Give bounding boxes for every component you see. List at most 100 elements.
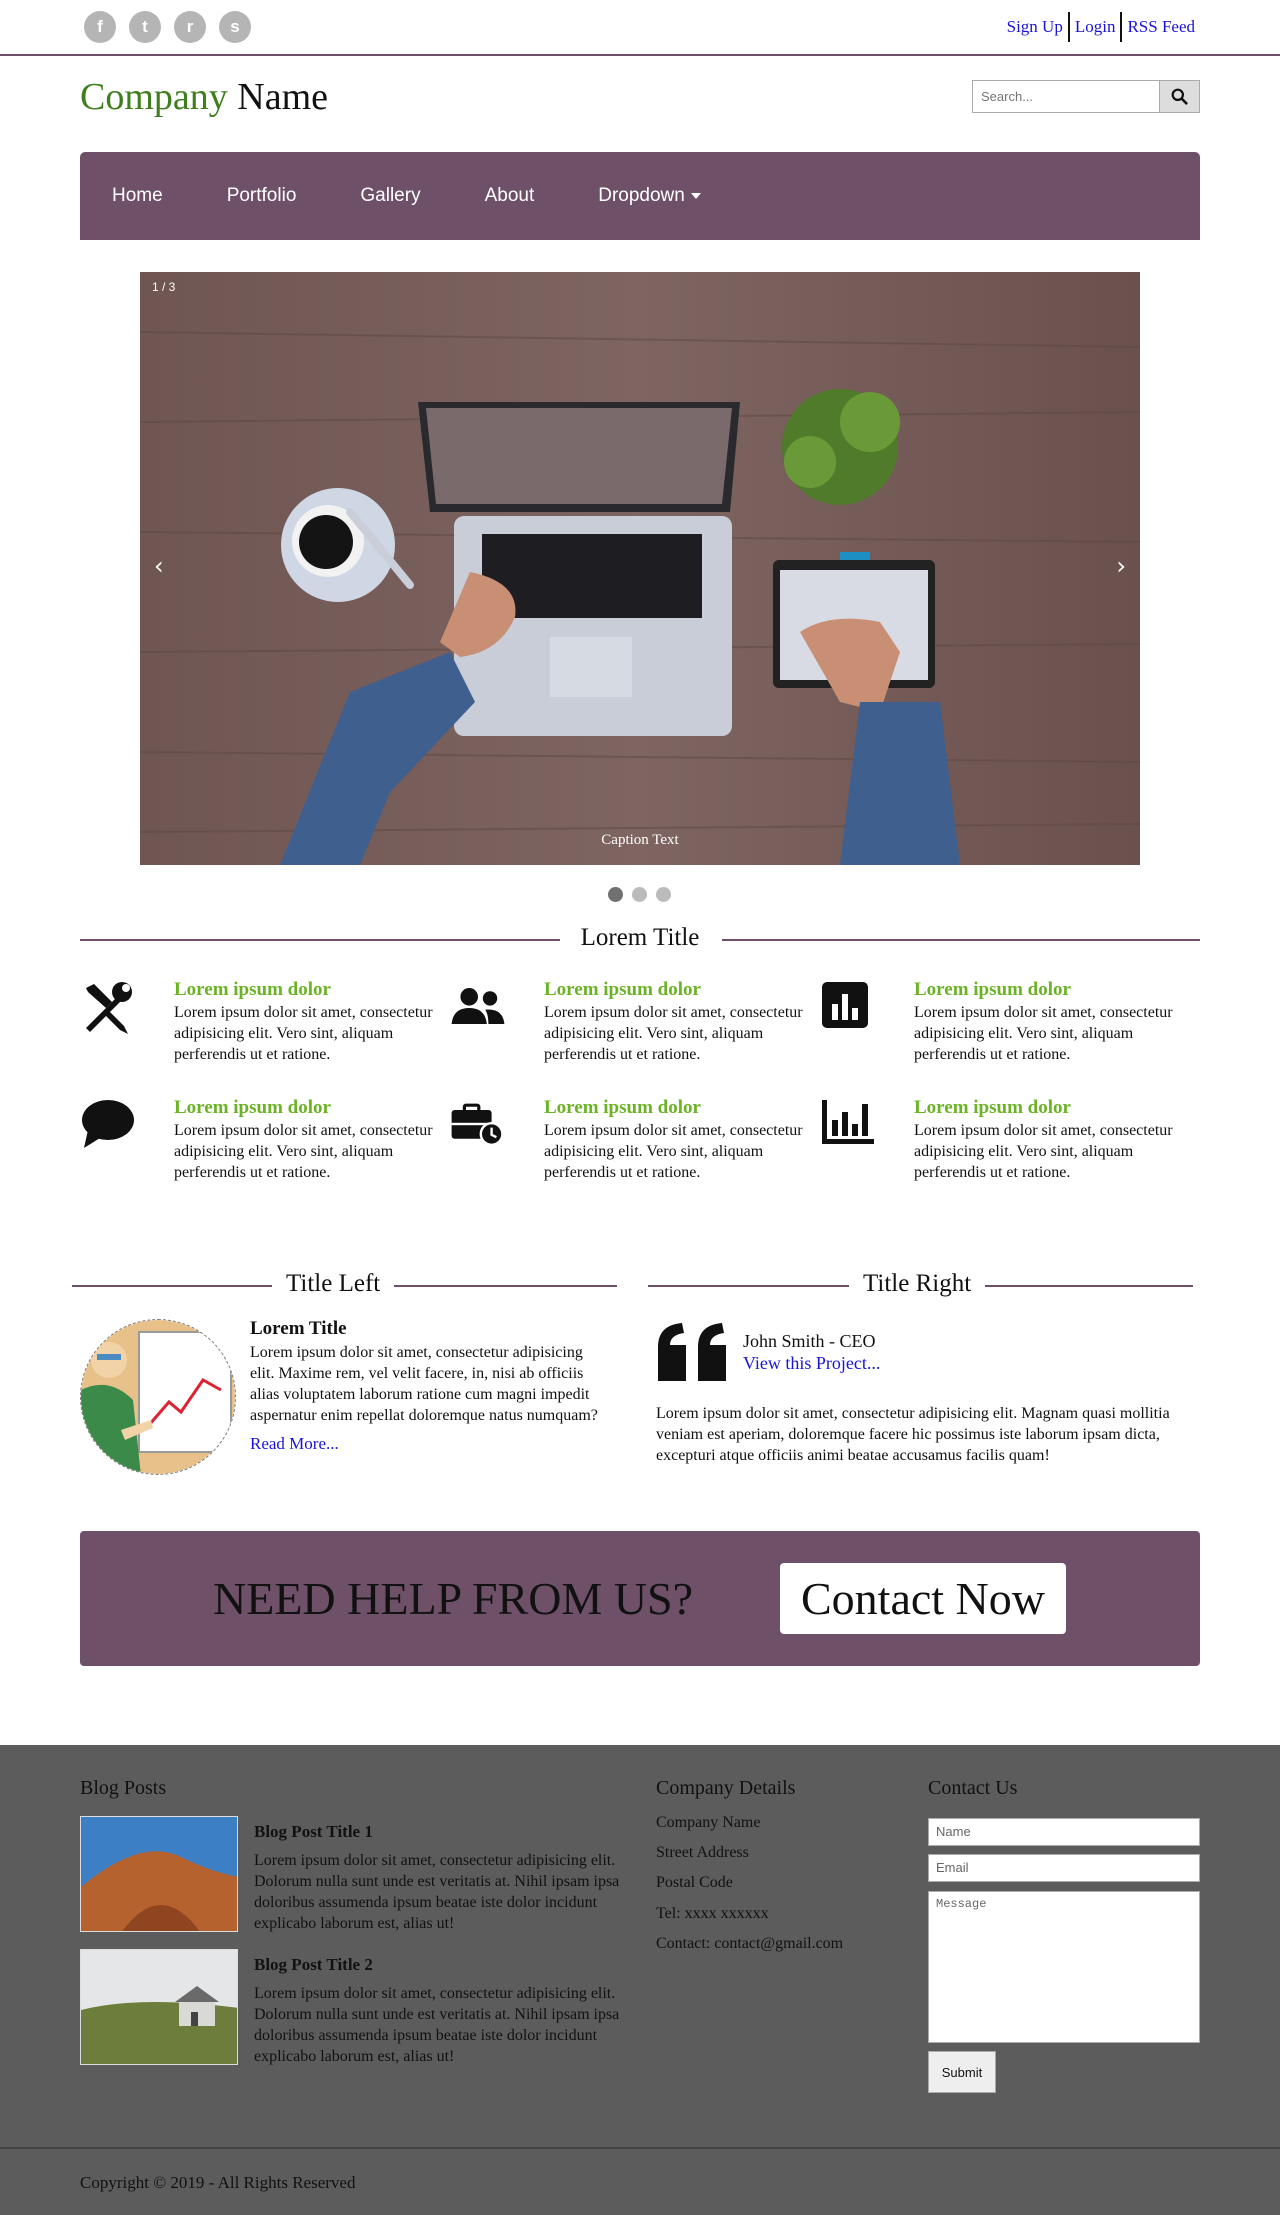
section-title: Title Right <box>849 1270 986 1298</box>
comment-icon <box>82 1100 134 1148</box>
testimonial-text: Lorem ipsum dolor sit amet, consectetur … <box>656 1405 1170 1464</box>
submit-button[interactable]: Submit <box>928 2051 996 2093</box>
search-button[interactable] <box>1160 80 1200 113</box>
nav-gallery[interactable]: Gallery <box>360 185 420 207</box>
social-links: f t r s <box>84 11 251 43</box>
search-form <box>972 80 1200 113</box>
feature-item: Lorem ipsum dolor Lorem ipsum dolor sit … <box>820 978 1173 1088</box>
next-slide-button[interactable]: › <box>1116 552 1126 580</box>
copyright: Copyright © 2019 - All Rights Reserved <box>80 2173 356 2192</box>
testimonial-author: John Smith - CEO <box>743 1331 876 1351</box>
article-text: Lorem ipsum dolor sit amet, consectetur … <box>250 1344 598 1424</box>
footer-heading: Contact Us <box>928 1777 1018 1799</box>
twitter-icon[interactable]: t <box>129 11 161 43</box>
divider <box>0 2147 1280 2149</box>
slide-counter: 1 / 3 <box>152 280 176 294</box>
users-icon <box>451 988 505 1024</box>
blog-post: Blog Post Title 2 Lorem ipsum dolor sit … <box>80 1949 640 2079</box>
blog-post-title[interactable]: Blog Post Title 2 <box>254 1955 373 1975</box>
name-field[interactable]: Name <box>928 1818 1200 1846</box>
read-more-link[interactable]: Read More... <box>250 1434 610 1454</box>
slideshow: 1 / 3 ‹ › Caption Text <box>140 272 1140 865</box>
slide-dots <box>608 887 671 902</box>
quote-icon <box>658 1323 726 1381</box>
caret-down-icon <box>690 193 701 199</box>
article-title: Lorem Title <box>250 1318 347 1339</box>
feature-item: Lorem ipsum dolor Lorem ipsum dolor sit … <box>80 1096 433 1206</box>
nav-dropdown-label: Dropdown <box>598 185 685 206</box>
blog-post-title[interactable]: Blog Post Title 1 <box>254 1822 373 1842</box>
business-time-icon <box>451 1103 504 1146</box>
nav-about[interactable]: About <box>485 185 535 207</box>
feature-title: Lorem ipsum dolor <box>544 1097 701 1118</box>
logo-name: Name <box>237 76 329 118</box>
signup-link[interactable]: Sign Up <box>1002 12 1068 42</box>
feature-title: Lorem ipsum dolor <box>174 979 331 1000</box>
section-title: Title Left <box>272 1270 395 1298</box>
feature-item: Lorem ipsum dolor Lorem ipsum dolor sit … <box>450 1096 803 1206</box>
nav-home[interactable]: Home <box>112 185 163 207</box>
feature-title: Lorem ipsum dolor <box>914 979 1071 1000</box>
feature-text: Lorem ipsum dolor sit amet, consectetur … <box>544 1004 803 1063</box>
left-article: Lorem Title Lorem ipsum dolor sit amet, … <box>250 1317 610 1454</box>
right-section-header: Title Right <box>648 1270 1193 1302</box>
search-icon <box>1171 88 1188 105</box>
street-address: Street Address <box>656 1844 749 1861</box>
logo[interactable]: Company Name <box>80 72 328 122</box>
account-links: Sign Up Login RSS Feed <box>1002 12 1200 42</box>
rss-feed-link[interactable]: RSS Feed <box>1122 12 1200 42</box>
features-header: Lorem Title <box>80 924 1200 956</box>
nav-portfolio[interactable]: Portfolio <box>227 185 297 207</box>
chart-square-icon <box>822 982 868 1028</box>
blog-thumbnail[interactable] <box>80 1949 238 2065</box>
logo-company: Company <box>80 76 228 118</box>
prev-slide-button[interactable]: ‹ <box>154 552 164 580</box>
telephone: Tel: xxxx xxxxxx <box>656 1905 769 1922</box>
blog-post-text: Lorem ipsum dolor sit amet, consectetur … <box>254 1852 620 1932</box>
contact-email: Contact: contact@gmail.com <box>656 1935 844 1952</box>
feature-item: Lorem ipsum dolor Lorem ipsum dolor sit … <box>450 978 803 1088</box>
nav-dropdown[interactable]: Dropdown <box>598 185 701 207</box>
message-field[interactable]: Message <box>928 1891 1200 2043</box>
contact-now-button[interactable]: Contact Now <box>780 1563 1066 1634</box>
view-project-link[interactable]: View this Project... <box>743 1352 880 1374</box>
reddit-icon[interactable]: r <box>174 11 206 43</box>
email-field[interactable]: Email <box>928 1854 1200 1882</box>
desert-image <box>81 1817 237 1931</box>
blog-post-text: Lorem ipsum dolor sit amet, consectetur … <box>254 1985 620 2065</box>
avatar <box>80 1319 236 1475</box>
slide-caption: Caption Text <box>601 832 679 848</box>
bar-chart-icon <box>822 1100 874 1144</box>
stumbleupon-icon[interactable]: s <box>219 11 251 43</box>
feature-text: Lorem ipsum dolor sit amet, consectetur … <box>174 1004 433 1063</box>
login-link[interactable]: Login <box>1070 12 1121 42</box>
slide-image <box>140 272 1140 865</box>
main-nav: Home Portfolio Gallery About Dropdown <box>80 152 1200 240</box>
house-image <box>81 1950 237 2064</box>
feature-text: Lorem ipsum dolor sit amet, consectetur … <box>174 1122 433 1181</box>
feature-title: Lorem ipsum dolor <box>544 979 701 1000</box>
facebook-icon[interactable]: f <box>84 11 116 43</box>
postal-code: Postal Code <box>656 1874 733 1891</box>
section-title: Lorem Title <box>564 924 716 951</box>
slide-dot[interactable] <box>608 887 623 902</box>
slide-dot[interactable] <box>632 887 647 902</box>
feature-title: Lorem ipsum dolor <box>914 1097 1071 1118</box>
top-bar: f t r s Sign Up Login RSS Feed <box>0 0 1280 56</box>
feature-text: Lorem ipsum dolor sit amet, consectetur … <box>544 1122 803 1181</box>
search-input[interactable] <box>972 80 1160 113</box>
feature-text: Lorem ipsum dolor sit amet, consectetur … <box>914 1004 1173 1063</box>
feature-title: Lorem ipsum dolor <box>174 1097 331 1118</box>
blog-post: Blog Post Title 1 Lorem ipsum dolor sit … <box>80 1816 640 1946</box>
blog-thumbnail[interactable] <box>80 1816 238 1932</box>
feature-item: Lorem ipsum dolor Lorem ipsum dolor sit … <box>80 978 433 1088</box>
left-section-header: Title Left <box>72 1270 617 1302</box>
feature-item: Lorem ipsum dolor Lorem ipsum dolor sit … <box>820 1096 1173 1206</box>
call-to-action: NEED HELP FROM US? Contact Now <box>80 1531 1200 1666</box>
footer-heading: Blog Posts <box>80 1777 167 1799</box>
tools-icon <box>86 982 132 1034</box>
company-name: Company Name <box>656 1814 761 1831</box>
slide-dot[interactable] <box>656 887 671 902</box>
cta-question: NEED HELP FROM US? <box>213 1573 694 1624</box>
feature-text: Lorem ipsum dolor sit amet, consectetur … <box>914 1122 1173 1181</box>
